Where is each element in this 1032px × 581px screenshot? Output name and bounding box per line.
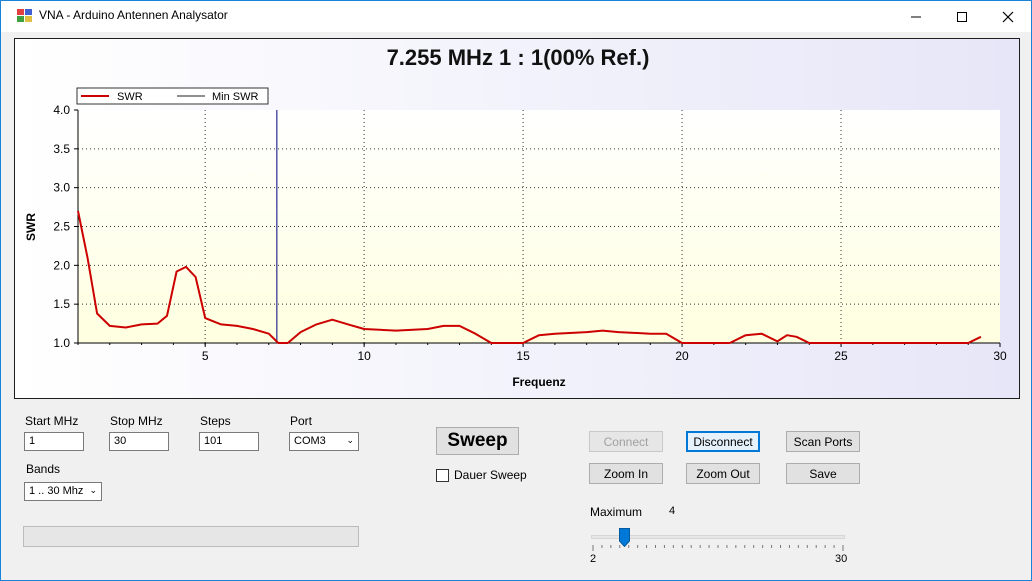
steps-input[interactable]: 101 bbox=[199, 432, 259, 451]
x-axis-label: Frequenz bbox=[512, 375, 565, 389]
port-select-value: COM3 bbox=[294, 435, 326, 447]
minimize-button[interactable] bbox=[893, 1, 939, 32]
start-mhz-label: Start MHz bbox=[25, 414, 79, 428]
close-button[interactable] bbox=[985, 1, 1031, 32]
x-tick-label: 5 bbox=[202, 349, 209, 363]
slider-ticks bbox=[592, 545, 844, 551]
bands-select-value: 1 .. 30 Mhz bbox=[29, 485, 84, 497]
slider-max-label: 30 bbox=[835, 553, 848, 565]
y-tick-label: 1.5 bbox=[53, 297, 70, 311]
disconnect-button[interactable]: Disconnect bbox=[686, 431, 760, 452]
stop-mhz-input[interactable]: 30 bbox=[109, 432, 169, 451]
y-tick-label: 2.5 bbox=[53, 220, 70, 234]
x-tick-label: 20 bbox=[675, 349, 689, 363]
connect-button[interactable]: Connect bbox=[589, 431, 663, 452]
steps-label: Steps bbox=[200, 414, 231, 428]
maximize-icon bbox=[957, 11, 967, 22]
minimize-icon bbox=[911, 16, 921, 17]
y-tick-label: 4.0 bbox=[53, 103, 70, 117]
start-mhz-input[interactable]: 1 bbox=[24, 432, 84, 451]
sweep-button[interactable]: Sweep bbox=[436, 427, 519, 455]
maximize-button[interactable] bbox=[939, 1, 985, 32]
y-tick-label: 3.0 bbox=[53, 181, 70, 195]
x-tick-label: 25 bbox=[834, 349, 848, 363]
title-bar: VNA - Arduino Antennen Analysator bbox=[1, 1, 1031, 32]
port-label: Port bbox=[290, 414, 313, 428]
dauer-sweep-checkbox[interactable] bbox=[436, 469, 449, 482]
window-title: VNA - Arduino Antennen Analysator bbox=[39, 8, 228, 22]
maximum-value: 4 bbox=[669, 505, 676, 517]
chart-legend: SWR Min SWR bbox=[76, 87, 269, 105]
x-tick-label: 15 bbox=[516, 349, 530, 363]
slider-min-label: 2 bbox=[590, 553, 597, 565]
chevron-down-icon: ⌄ bbox=[346, 435, 354, 445]
save-button[interactable]: Save bbox=[786, 463, 860, 484]
legend-swr-label: SWR bbox=[117, 91, 143, 103]
zoom-out-button[interactable]: Zoom Out bbox=[686, 463, 760, 484]
maximum-label: Maximum bbox=[590, 505, 643, 519]
y-tick-label: 1.0 bbox=[53, 336, 70, 350]
x-tick-label: 30 bbox=[993, 349, 1007, 363]
swr-plot[interactable]: SWR Min SWR 1.0 1.5 2.0 2.5 3.0 3.5 4.0 5 10 15 20… bbox=[15, 39, 1019, 398]
app-window: VNA - Arduino Antennen Analysator 7.255 … bbox=[0, 0, 1032, 581]
legend-min-swr-label: Min SWR bbox=[212, 91, 259, 103]
chevron-down-icon: ⌄ bbox=[89, 485, 97, 495]
stop-mhz-label: Stop MHz bbox=[110, 414, 163, 428]
x-tick-label: 10 bbox=[357, 349, 371, 363]
swr-chart[interactable]: 7.255 MHz 1 : 1(00% Ref.) SWR Min SWR 1.… bbox=[14, 38, 1020, 399]
y-axis-label: SWR bbox=[24, 213, 38, 241]
y-tick-label: 2.0 bbox=[53, 258, 70, 272]
bands-label: Bands bbox=[26, 462, 61, 476]
close-icon bbox=[1002, 11, 1014, 22]
dauer-sweep-label: Dauer Sweep bbox=[454, 468, 527, 482]
bands-select[interactable]: 1 .. 30 Mhz ⌄ bbox=[24, 482, 102, 501]
zoom-in-button[interactable]: Zoom In bbox=[589, 463, 663, 484]
sweep-progress-bar bbox=[23, 526, 359, 547]
y-tick-label: 3.5 bbox=[53, 142, 70, 156]
app-icon bbox=[17, 9, 32, 22]
port-select[interactable]: COM3 ⌄ bbox=[289, 432, 359, 451]
scan-ports-button[interactable]: Scan Ports bbox=[786, 431, 860, 452]
